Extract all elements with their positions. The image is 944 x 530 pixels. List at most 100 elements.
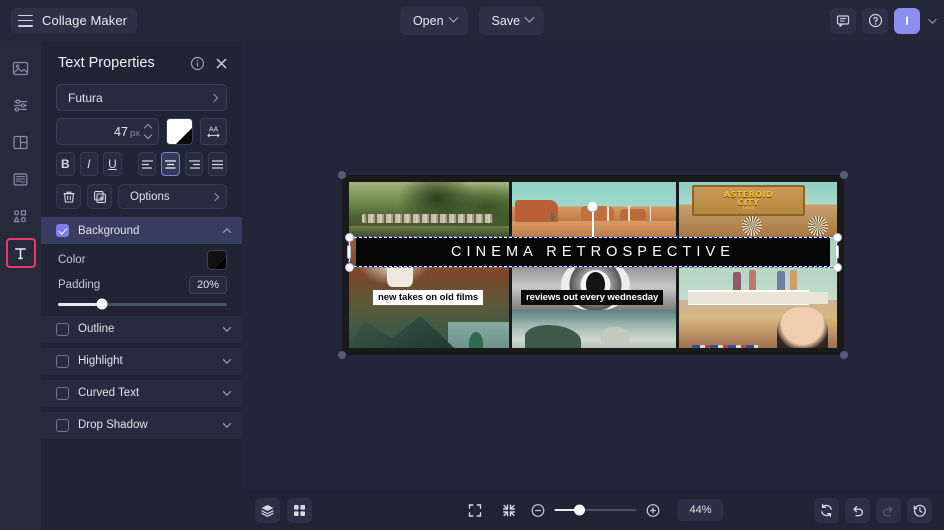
text-element-banner[interactable]: CINEMA RETROSPECTIVE: [356, 237, 830, 267]
comment-icon: [836, 14, 850, 28]
comments-button[interactable]: [830, 8, 856, 34]
font-size-input[interactable]: 47 px: [56, 118, 159, 145]
zoom-level-value[interactable]: 44%: [678, 499, 724, 521]
drop-shadow-checkbox[interactable]: [56, 419, 69, 432]
redo-button[interactable]: [876, 498, 901, 523]
artboard-handle-bl[interactable]: [338, 351, 346, 359]
padding-slider[interactable]: [41, 294, 242, 316]
save-label: Save: [492, 14, 521, 28]
section-header-outline[interactable]: Outline: [41, 316, 242, 343]
photo-cell-3[interactable]: ASTEROID CITY 1955: [679, 182, 837, 237]
artboard-handle-tl[interactable]: [338, 171, 346, 179]
stepper-up-icon[interactable]: [145, 125, 151, 129]
background-checkbox[interactable]: [56, 224, 69, 237]
zoom-slider-knob[interactable]: [574, 505, 585, 516]
reset-button[interactable]: [814, 498, 839, 523]
background-padding-label: Padding: [58, 279, 189, 291]
caption-2[interactable]: reviews out every wednesday: [521, 290, 663, 305]
chevron-down-icon: [223, 419, 231, 427]
underline-button[interactable]: U: [103, 152, 122, 176]
sidebar-item-elements[interactable]: [6, 201, 36, 231]
italic-button[interactable]: I: [80, 152, 99, 176]
resize-handle-br[interactable]: [833, 263, 842, 272]
photo-cell-1[interactable]: [349, 182, 509, 237]
history-button[interactable]: [907, 498, 932, 523]
poster-sign: ASTEROID CITY 1955: [692, 185, 806, 216]
app-title: Collage Maker: [42, 13, 127, 28]
section-header-background[interactable]: Background: [41, 217, 242, 244]
undo-button[interactable]: [845, 498, 870, 523]
plus-circle-icon: [646, 503, 661, 518]
padding-slider-track[interactable]: [58, 303, 227, 306]
history-icon: [912, 503, 927, 518]
panel-header: Text Properties: [41, 41, 242, 81]
highlight-checkbox[interactable]: [56, 355, 69, 368]
zoom-slider[interactable]: [555, 509, 637, 512]
artboard-handle-br[interactable]: [840, 351, 848, 359]
stepper-down-icon[interactable]: [145, 134, 151, 138]
sidebar-item-backgrounds[interactable]: [6, 164, 36, 194]
align-left-button[interactable]: [138, 152, 157, 176]
sidebar-item-text[interactable]: [6, 238, 36, 268]
layout-grid-icon: [12, 134, 29, 151]
minus-circle-icon: [531, 503, 546, 518]
curved-text-checkbox[interactable]: [56, 387, 69, 400]
canvas-area[interactable]: ASTEROID CITY 1955: [242, 41, 944, 490]
align-justify-button[interactable]: [208, 152, 227, 176]
align-right-button[interactable]: [185, 152, 204, 176]
resize-handle-left[interactable]: [347, 245, 351, 259]
padding-slider-knob[interactable]: [96, 299, 107, 310]
bold-glyph: B: [61, 157, 70, 171]
outline-checkbox[interactable]: [56, 323, 69, 336]
sidebar-item-layout[interactable]: [6, 127, 36, 157]
close-panel-button[interactable]: [214, 56, 229, 71]
duplicate-element-button[interactable]: [87, 184, 112, 209]
align-justify-icon: [211, 159, 224, 170]
section-header-highlight[interactable]: Highlight: [41, 348, 242, 375]
grid-icon: [292, 503, 307, 518]
save-button[interactable]: Save: [479, 7, 545, 35]
open-button[interactable]: Open: [400, 7, 468, 35]
resize-handle-tl[interactable]: [345, 233, 354, 242]
align-center-button[interactable]: [161, 152, 180, 176]
font-size-stepper[interactable]: [145, 125, 154, 138]
fit-screen-button[interactable]: [463, 498, 488, 523]
app-menu-button[interactable]: Collage Maker: [11, 8, 137, 33]
letter-spacing-button[interactable]: AA: [200, 118, 227, 145]
artboard[interactable]: ASTEROID CITY 1955: [342, 175, 844, 355]
zoom-out-button[interactable]: [531, 503, 546, 518]
section-header-drop-shadow[interactable]: Drop Shadow: [41, 412, 242, 439]
chevron-down-icon[interactable]: [928, 15, 936, 23]
background-color-swatch[interactable]: [207, 250, 227, 270]
font-family-select[interactable]: Futura: [56, 84, 227, 111]
shrink-to-fit-button[interactable]: [497, 498, 522, 523]
rotate-handle[interactable]: [587, 201, 598, 212]
layers-button[interactable]: [255, 498, 280, 523]
top-right-actions: I: [830, 8, 934, 34]
redo-icon: [881, 503, 896, 518]
bold-button[interactable]: B: [56, 152, 75, 176]
resize-handle-bl[interactable]: [345, 263, 354, 272]
refresh-icon: [819, 503, 834, 518]
bottom-bar: 44%: [242, 490, 944, 530]
options-button[interactable]: Options: [118, 184, 227, 209]
sidebar-item-adjust[interactable]: [6, 90, 36, 120]
section-header-curved-text[interactable]: Curved Text: [41, 380, 242, 407]
help-button[interactable]: [862, 8, 888, 34]
bottom-left-actions: [255, 498, 312, 523]
background-padding-value[interactable]: 20%: [189, 276, 227, 294]
sidebar-item-media[interactable]: [6, 53, 36, 83]
zoom-in-button[interactable]: [646, 503, 661, 518]
artboard-handle-tr[interactable]: [840, 171, 848, 179]
resize-handle-tr[interactable]: [833, 233, 842, 242]
avatar[interactable]: I: [894, 8, 920, 34]
info-button[interactable]: [190, 56, 205, 71]
resize-handle-right[interactable]: [835, 245, 839, 259]
grid-view-button[interactable]: [287, 498, 312, 523]
font-family-row: Futura: [41, 84, 242, 111]
caption-1[interactable]: new takes on old films: [373, 290, 483, 305]
bottom-right-actions: [814, 498, 932, 523]
delete-element-button[interactable]: [56, 184, 81, 209]
italic-glyph: I: [87, 157, 90, 171]
text-color-swatch[interactable]: [166, 118, 193, 145]
